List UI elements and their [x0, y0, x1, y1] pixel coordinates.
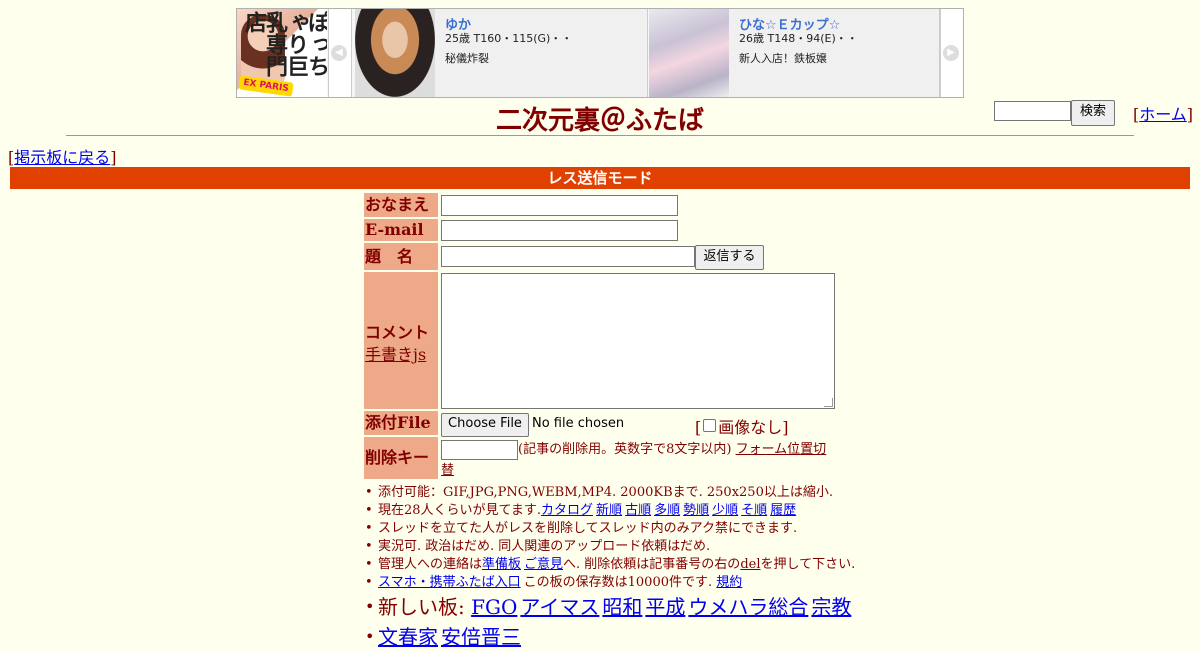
- handwriting-link[interactable]: 手書きjs: [365, 341, 426, 365]
- name-field[interactable]: [441, 195, 678, 216]
- email-label: E-mail: [364, 219, 438, 241]
- banner-next-button[interactable]: ▶: [940, 9, 963, 97]
- list-item: 管理人への連絡は準備板ご意見へ. 削除依頼は記事番号の右のdelを押して下さい.: [364, 556, 864, 574]
- sort-fewest-link[interactable]: 少順: [712, 503, 738, 518]
- card-spec: 26歳 T148・94(E)・・: [739, 32, 858, 45]
- list-item: スレッドを立てた人がレスを削除してスレッド内のみアク禁にできます.: [364, 520, 864, 538]
- file-label: 添付File: [364, 411, 438, 435]
- card-photo: [355, 9, 435, 97]
- list-item: 実況可. 政治はだめ. 同人関連のアップロード依頼はだめ.: [364, 538, 864, 556]
- board-link-showa[interactable]: 昭和: [602, 595, 642, 619]
- banner-prev-button[interactable]: ◀: [328, 9, 352, 97]
- card-message: 秘儀炸裂: [445, 52, 489, 65]
- board-link-umehara[interactable]: ウメハラ総合: [688, 595, 808, 619]
- sort-other-link[interactable]: そ順: [741, 503, 767, 518]
- upload-rules-text: 添付可能：GIF,JPG,PNG,WEBM,MP4. 2000KBまで. 250…: [378, 485, 833, 500]
- sort-most-link[interactable]: 多順: [654, 503, 680, 518]
- choose-file-button[interactable]: Choose File: [441, 413, 529, 437]
- chevron-right-icon: ▶: [943, 45, 959, 61]
- home-link[interactable]: ホーム: [1139, 105, 1187, 124]
- search-button[interactable]: 検索: [1071, 100, 1115, 126]
- no-image-checkbox[interactable]: [703, 419, 717, 432]
- list-item: スマホ・携帯ふたば入口この板の保存数は10000件です. 規約: [364, 574, 864, 592]
- no-image-label: 画像なし: [718, 418, 783, 437]
- rules-link[interactable]: 規約: [716, 575, 742, 590]
- board-link-imas[interactable]: アイマス: [520, 595, 599, 619]
- board-link-bunshun[interactable]: 文春家: [378, 625, 438, 649]
- delete-key-hint: (記事の削除用。英数字で8文字以内): [518, 442, 732, 457]
- delete-key-label: 削除キー: [364, 437, 438, 479]
- name-label: おなまえ: [364, 193, 438, 217]
- card-spec: 25歳 T160・115(G)・・: [445, 32, 573, 45]
- no-image-option: [ 画像なし]: [695, 414, 789, 438]
- chevron-left-icon: ◀: [331, 45, 347, 61]
- bracket: ]: [1186, 105, 1194, 124]
- search-input[interactable]: [994, 101, 1071, 121]
- submit-reply-button[interactable]: 返信する: [695, 245, 764, 270]
- prep-board-link[interactable]: 準備板: [482, 557, 521, 572]
- retention-text: この板の保存数は10000件です.: [523, 575, 713, 590]
- sort-oldest-link[interactable]: 古順: [625, 503, 651, 518]
- catalog-link[interactable]: カタログ: [541, 503, 593, 518]
- form-position-toggle-link[interactable]: 替: [441, 459, 454, 478]
- file-status: No file chosen: [532, 416, 625, 431]
- contact-text: へ. 削除依頼は記事番号の右の: [563, 557, 741, 572]
- comment-label-cell: コメント 手書きjs: [364, 272, 438, 409]
- posting-rules-note: 実況可. 政治はだめ. 同人関連のアップロード依頼はだめ.: [378, 539, 711, 554]
- form-position-toggle-link[interactable]: フォーム位置切: [736, 442, 827, 457]
- feedback-link[interactable]: ご意見: [524, 557, 563, 572]
- bracket: [: [695, 418, 702, 437]
- delete-key-note: (記事の削除用。英数字で8文字以内) フォーム位置切: [518, 441, 834, 459]
- contact-text: 管理人への連絡は: [378, 557, 483, 572]
- delete-key-field[interactable]: [441, 440, 518, 460]
- board-link-religion[interactable]: 宗教: [811, 595, 851, 619]
- viewer-count-text: 現在28人くらいが見てます.: [378, 503, 542, 518]
- bracket: ]: [782, 418, 789, 437]
- banner-card[interactable]: ひな☆Ｅカップ☆ 26歳 T148・94(E)・・ 新人入店！鉄板嬢: [649, 9, 940, 97]
- reply-mode-bar: レス送信モード: [10, 167, 1190, 189]
- divider: [66, 135, 1134, 136]
- contact-text: を押して下さい.: [760, 557, 856, 572]
- card-message: 新人入店！鉄板嬢: [739, 52, 827, 65]
- board-link-heisei[interactable]: 平成: [645, 595, 685, 619]
- list-item: 現在28人くらいが見てます.カタログ新順古順多順勢順少順そ順履歴: [364, 502, 864, 520]
- bracket: ]: [110, 148, 117, 167]
- sort-newest-link[interactable]: 新順: [596, 503, 622, 518]
- card-photo: [649, 9, 729, 97]
- thread-ban-note: スレッドを立てた人がレスを削除してスレッド内のみアク禁にできます.: [378, 521, 798, 536]
- del-link[interactable]: del: [740, 557, 760, 572]
- mobile-entrance-link[interactable]: スマホ・携帯ふたば入口: [378, 575, 521, 590]
- list-item: 文春家安倍晋三: [364, 622, 864, 652]
- list-item: 添付可能：GIF,JPG,PNG,WEBM,MP4. 2000KBまで. 250…: [364, 484, 864, 502]
- back-to-board-link[interactable]: 掲示板に戻る: [14, 148, 110, 167]
- board-notes: 添付可能：GIF,JPG,PNG,WEBM,MP4. 2000KBまで. 250…: [364, 484, 864, 652]
- back-link-wrap: [掲示板に戻る]: [8, 144, 117, 168]
- comment-label: コメント: [365, 323, 430, 342]
- board-link-abe[interactable]: 安倍晋三: [441, 625, 521, 649]
- list-item: 新しい板: FGOアイマス昭和平成ウメハラ総合宗教: [364, 592, 864, 622]
- history-link[interactable]: 履歴: [770, 503, 796, 518]
- new-boards-label: 新しい板:: [378, 595, 465, 619]
- board-link-fgo[interactable]: FGO: [471, 595, 517, 619]
- comment-textarea[interactable]: [441, 273, 835, 409]
- subject-field[interactable]: [441, 246, 695, 267]
- email-field[interactable]: [441, 220, 678, 241]
- resize-grip-icon[interactable]: [824, 398, 833, 407]
- shop-logo[interactable]: ぽっちゃり巨乳専門店 EX PARIS: [237, 9, 327, 97]
- sort-momentum-link[interactable]: 勢順: [683, 503, 709, 518]
- home-link-wrap: [ホーム]: [1133, 101, 1193, 125]
- ad-banner[interactable]: ぽっちゃり巨乳専門店 EX PARIS ◀ ゆか 25歳 T160・115(G)…: [236, 8, 964, 98]
- banner-card[interactable]: ゆか 25歳 T160・115(G)・・ 秘儀炸裂: [355, 9, 648, 97]
- subject-label: 題 名: [364, 243, 438, 270]
